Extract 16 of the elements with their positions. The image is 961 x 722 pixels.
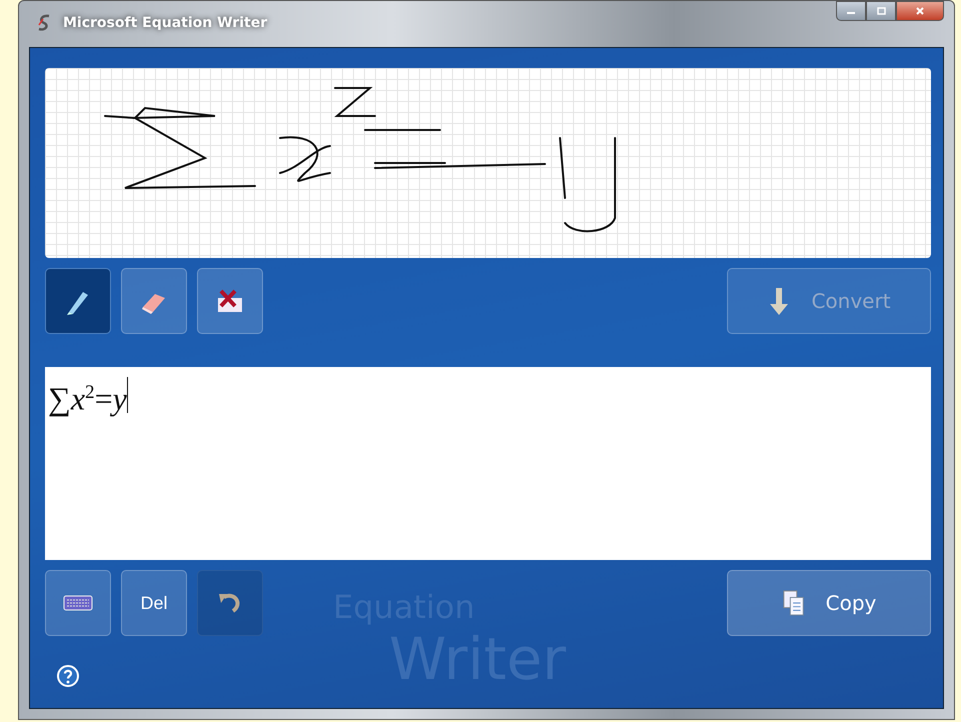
maximize-button[interactable]: [866, 1, 896, 21]
result-field[interactable]: ∑x$^{2}$=y: [45, 367, 931, 560]
copy-icon: [782, 588, 806, 618]
delete-button[interactable]: Del: [121, 570, 187, 636]
clear-tool-button[interactable]: [197, 268, 263, 334]
text-cursor: [126, 377, 128, 413]
keyboard-button[interactable]: [45, 570, 111, 636]
close-button[interactable]: [896, 1, 944, 21]
equation-text: ∑x$^{2}$=y: [48, 380, 127, 419]
maximize-icon: [875, 7, 887, 15]
copy-button[interactable]: Copy: [727, 570, 931, 636]
help-icon[interactable]: [55, 664, 81, 690]
window-title: Microsoft Equation Writer: [63, 15, 268, 31]
pen-tool-button[interactable]: [45, 268, 111, 334]
minimize-button[interactable]: [836, 1, 866, 21]
close-icon: [914, 7, 926, 15]
